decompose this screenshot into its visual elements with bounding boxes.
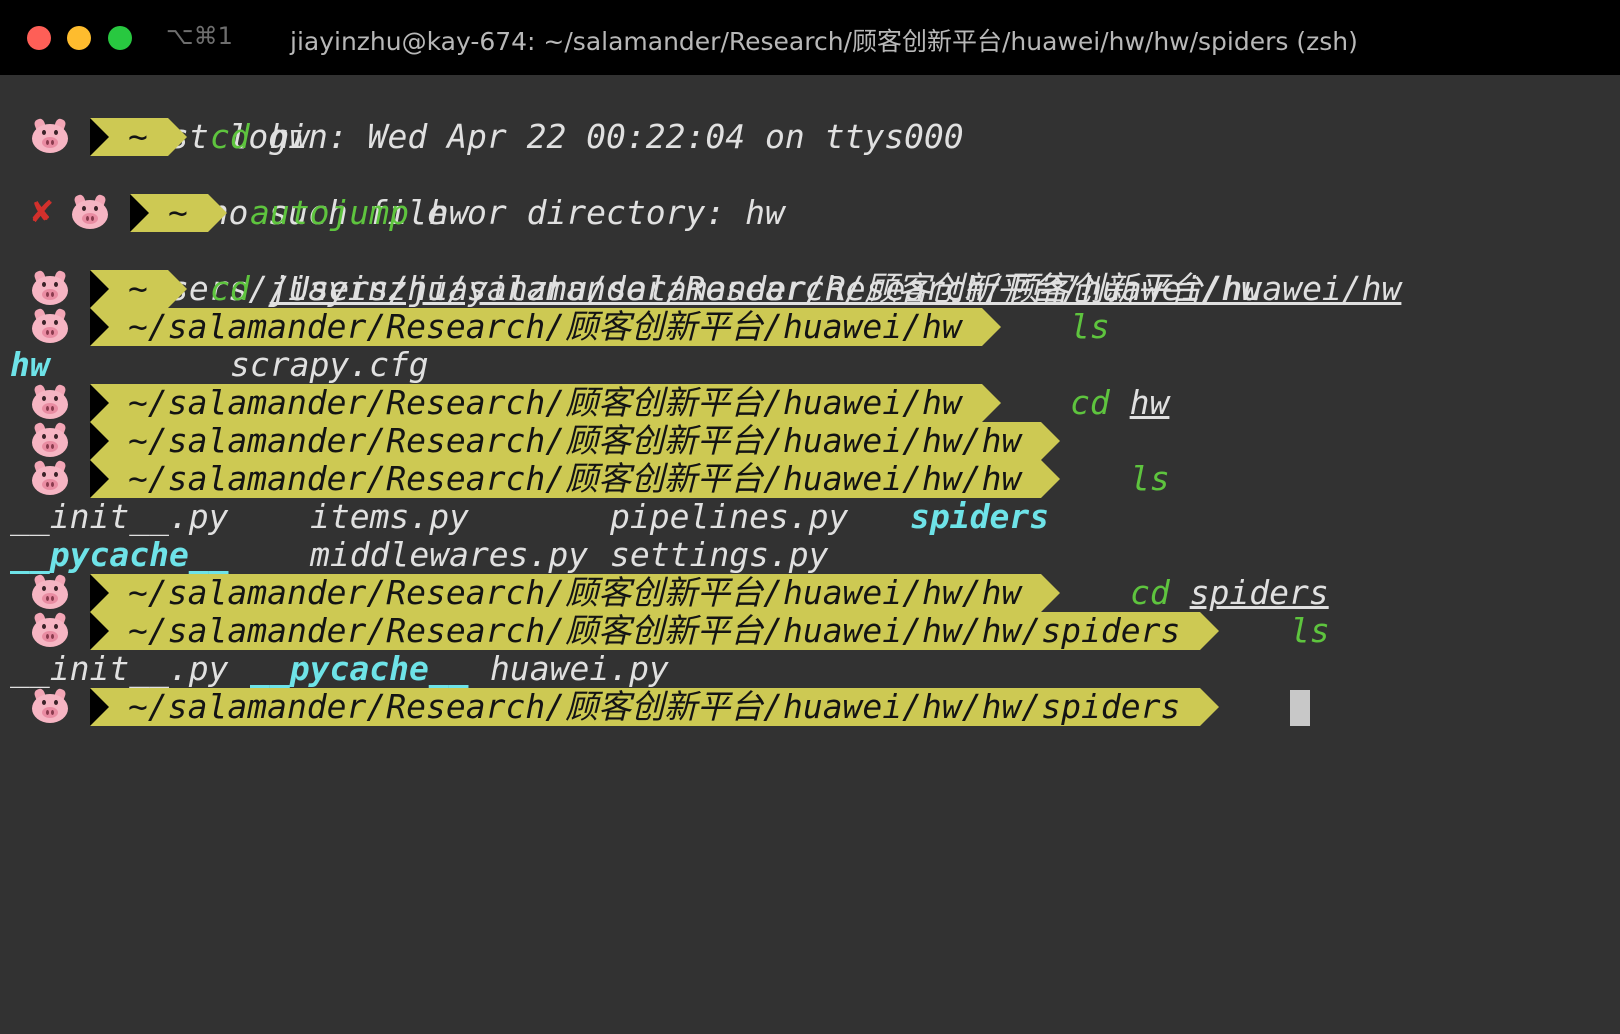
error-line: cd: no such file or directory: hw [0, 156, 1620, 232]
prompt-path-segment: ~/salamander/Research/顾客创新平台/huawei/hw/h… [90, 459, 1061, 498]
command-name: cd [1130, 573, 1170, 612]
pig-face-icon [32, 117, 68, 153]
command-arg: hw [269, 117, 310, 156]
command-name: cd [210, 117, 250, 156]
prompt-line: ~/salamander/Research/顾客创新平台/huawei/hw/h… [0, 574, 1620, 612]
pig-face-icon [32, 421, 68, 457]
command-text: cd /Users/jiayinzhu/salamander/Research/… [210, 270, 1401, 308]
file-entry: items.py [310, 497, 469, 536]
prompt-path: ~/salamander/Research/顾客创新平台/huawei/hw/h… [128, 687, 1181, 726]
command-text: cd hw [210, 118, 309, 156]
prompt-path-segment: ~ [90, 269, 187, 308]
pig-face-icon [72, 193, 108, 229]
prompt-path-segment: ~/salamander/Research/顾客创新平台/huawei/hw/h… [90, 573, 1061, 612]
prompt-line: ~/salamander/Research/顾客创新平台/huawei/hw/h… [0, 612, 1620, 650]
command-text: autojump hw [250, 194, 469, 232]
command-text: ls [1070, 308, 1110, 346]
prompt-line: ~/salamander/Research/顾客创新平台/huawei/hw/h… [0, 422, 1620, 460]
command-text: cd spiders [1130, 574, 1329, 612]
prompt-path: ~/salamander/Research/顾客创新平台/huawei/hw [128, 307, 962, 346]
pig-face-icon [32, 459, 68, 495]
current-prompt-line: ~/salamander/Research/顾客创新平台/huawei/hw/h… [0, 688, 1620, 726]
file-entry: pipelines.py [610, 497, 849, 536]
pig-face-icon [32, 383, 68, 419]
minimize-window-button[interactable] [67, 26, 91, 50]
file-entry: huawei.py [490, 649, 669, 688]
prompt-path-segment: ~ [130, 193, 227, 232]
command-text: cd hw [1070, 384, 1169, 422]
prompt-path: ~ [168, 193, 188, 232]
command-name: ls [1070, 307, 1110, 346]
prompt-path-segment: ~ [90, 117, 187, 156]
prompt-path-segment: ~/salamander/Research/顾客创新平台/huawei/hw [90, 307, 1001, 346]
command-name: cd [210, 269, 250, 308]
cross-mark-icon: ✘ [29, 195, 55, 230]
pig-face-icon [32, 573, 68, 609]
command-arg: spiders [1189, 573, 1329, 612]
file-entry: middlewares.py [310, 535, 589, 574]
directory-entry: __pycache__ [250, 649, 469, 688]
command-text: ls [1290, 612, 1330, 650]
command-name: ls [1290, 611, 1330, 650]
pig-face-icon [32, 307, 68, 343]
command-arg: hw [1129, 383, 1170, 422]
prompt-path-segment: ~/salamander/Research/顾客创新平台/huawei/hw [90, 383, 1001, 422]
prompt-line: ~ cd /Users/jiayinzhu/salamander/Researc… [0, 270, 1620, 308]
prompt-path-segment: ~/salamander/Research/顾客创新平台/huawei/hw/h… [90, 421, 1061, 460]
prompt-line: ✘ ~ autojump hw [0, 194, 1620, 232]
tab-shortcut-label: ⌥⌘1 [166, 22, 233, 50]
prompt-line: ~/salamander/Research/顾客创新平台/huawei/hw/h… [0, 460, 1620, 498]
prompt-path: ~/salamander/Research/顾客创新平台/huawei/hw/h… [128, 611, 1181, 650]
directory-entry: __pycache__ [10, 535, 229, 574]
command-arg: /Users/jiayinzhu/salamander/Research/顾客创… [269, 269, 1402, 308]
terminal-window: ⌥⌘1 jiayinzhu@kay-674: ~/salamander/Rese… [0, 0, 1620, 1034]
command-text: ls [1130, 460, 1170, 498]
prompt-line: ~ cd hw [0, 118, 1620, 156]
prompt-path-segment: ~/salamander/Research/顾客创新平台/huawei/hw/h… [90, 611, 1220, 650]
close-window-button[interactable] [27, 26, 51, 50]
prompt-path: ~/salamander/Research/顾客创新平台/huawei/hw [128, 383, 962, 422]
pig-face-icon [32, 269, 68, 305]
prompt-path: ~ [128, 117, 148, 156]
pig-face-icon [32, 687, 68, 723]
directory-entry: spiders [910, 497, 1050, 536]
directory-entry: hw [10, 345, 50, 384]
terminal-content[interactable]: Last login: Wed Apr 22 00:22:04 on ttys0… [0, 80, 1620, 1034]
file-entry: __init__.py [10, 649, 229, 688]
file-entry: scrapy.cfg [230, 345, 429, 384]
command-name: autojump [250, 193, 409, 232]
title-bar: ⌥⌘1 jiayinzhu@kay-674: ~/salamander/Rese… [0, 0, 1620, 75]
prompt-path: ~/salamander/Research/顾客创新平台/huawei/hw/h… [128, 421, 1022, 460]
file-entry: __init__.py [10, 497, 229, 536]
prompt-line: ~/salamander/Research/顾客创新平台/huawei/hw c… [0, 384, 1620, 422]
ls-output-line: __init__.py items.py pipelines.py spider… [0, 498, 1620, 536]
ls-output-line: __init__.py __pycache__ huawei.py [0, 650, 1620, 688]
command-name: cd [1070, 383, 1110, 422]
login-line: Last login: Wed Apr 22 00:22:04 on ttys0… [0, 80, 1620, 156]
prompt-path: ~/salamander/Research/顾客创新平台/huawei/hw/h… [128, 459, 1022, 498]
prompt-path-segment: ~/salamander/Research/顾客创新平台/huawei/hw/h… [90, 687, 1220, 726]
command-arg: hw [428, 193, 469, 232]
ls-output-line: __pycache__ middlewares.py settings.py [0, 536, 1620, 574]
pig-face-icon [32, 611, 68, 647]
prompt-path: ~/salamander/Research/顾客创新平台/huawei/hw/h… [128, 573, 1022, 612]
prompt-path: ~ [128, 269, 148, 308]
prompt-line: ~/salamander/Research/顾客创新平台/huawei/hw l… [0, 308, 1620, 346]
window-title: jiayinzhu@kay-674: ~/salamander/Research… [290, 27, 1358, 56]
ls-output-line: hw scrapy.cfg [0, 346, 1620, 384]
text-cursor[interactable] [1290, 690, 1310, 726]
zoom-window-button[interactable] [108, 26, 132, 50]
output-line: /Users/jiayinzhu/salamander/Research/顾客创… [0, 232, 1620, 308]
file-entry: settings.py [610, 535, 829, 574]
command-name: ls [1130, 459, 1170, 498]
